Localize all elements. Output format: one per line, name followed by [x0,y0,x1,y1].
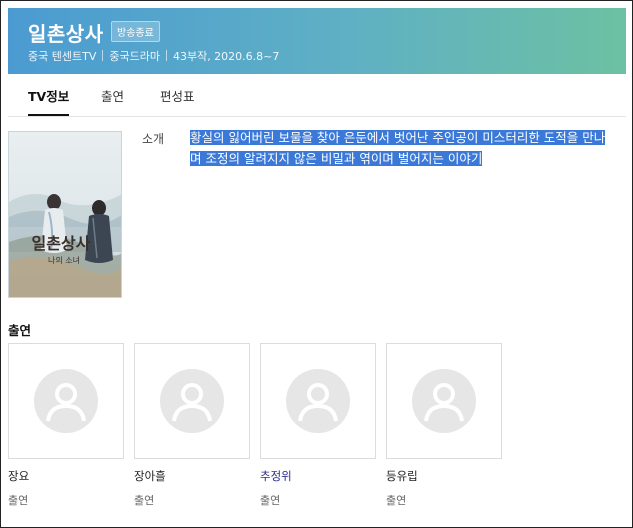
cast-photo-placeholder[interactable] [386,343,502,459]
cast-name[interactable]: 장아흘 [134,468,250,484]
tab-tv-info[interactable]: TV정보 [28,86,70,116]
program-header: 일촌상사 방송종료 중국 텐센트TV 중국드라마 43부작, 2020.6.8~7 [8,8,626,74]
poster-title-text: 일촌상사 [32,234,91,253]
cast-photo-placeholder[interactable] [260,343,376,459]
program-meta: 중국 텐센트TV 중국드라마 43부작, 2020.6.8~7 [28,48,279,64]
cast-role: 출연 [8,494,29,507]
poster-image[interactable]: 일촌상사 나의 소녀 [8,131,122,298]
intro-text: 황실의 잃어버린 보물을 찾아 은둔에서 벗어난 주인공이 미스터리한 도적을 … [190,127,610,169]
meta-divider [165,50,167,61]
cast-card[interactable]: 장요 출연 [8,343,124,508]
default-profile-icon [286,369,350,433]
status-badge: 방송종료 [111,21,160,42]
default-profile-icon [160,369,224,433]
intro-label: 소개 [142,132,165,146]
cast-role: 출연 [134,494,155,507]
cast-photo-placeholder[interactable] [8,343,124,459]
meta-divider [102,50,104,61]
cast-card[interactable]: 등유립 출연 [386,343,502,508]
cast-name[interactable]: 추정위 [260,468,376,484]
cast-card[interactable]: 장아흘 출연 [134,343,250,508]
program-title[interactable]: 일촌상사 [28,18,104,47]
cast-photo-placeholder[interactable] [134,343,250,459]
meta-episodes-dates: 43부작, 2020.6.8~7 [172,50,280,63]
tab-schedule[interactable]: 편성표 [160,86,195,105]
cast-name[interactable]: 등유립 [386,468,502,484]
meta-genre: 중국드라마 [109,50,160,63]
default-profile-icon [34,369,98,433]
cast-role: 출연 [386,494,407,507]
tab-bar: TV정보 출연 편성표 [8,74,626,117]
poster-artwork: 일촌상사 나의 소녀 [9,132,121,297]
cast-card[interactable]: 추정위 출연 [260,343,376,508]
intro-text-selected[interactable]: 황실의 잃어버린 보물을 찾아 은둔에서 벗어난 주인공이 미스터리한 도적을 … [190,130,606,166]
default-profile-icon [412,369,476,433]
tab-cast[interactable]: 출연 [101,86,124,105]
meta-channel: 중국 텐센트TV [28,50,97,63]
cast-name[interactable]: 장요 [8,468,124,484]
cast-heading: 출연 [8,323,32,338]
cast-role: 출연 [260,494,281,507]
poster-subtitle-text: 나의 소녀 [48,255,80,265]
